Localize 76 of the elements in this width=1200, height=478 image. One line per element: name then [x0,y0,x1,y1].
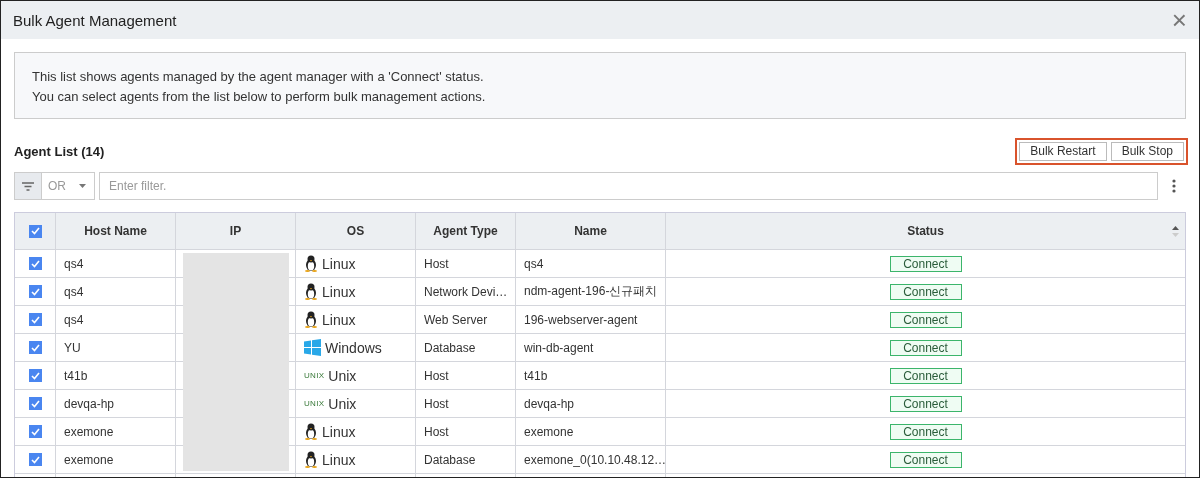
close-button[interactable]: × [1171,7,1187,33]
table-cell: qs4 [64,256,84,271]
table-cell: Host [424,396,449,411]
column-header[interactable]: OS [346,224,365,238]
sort-icon[interactable] [1172,226,1179,237]
table-cell: qs4 [524,256,544,271]
column-header[interactable]: Status [907,224,944,238]
table-cell: Network Devi… [424,284,508,299]
table-cell: Database [424,340,476,355]
penguin-icon [304,423,318,440]
table-cell: exemone [64,452,114,467]
table-cell: devqa-hp [524,396,575,411]
action-button[interactable]: Bulk Stop [1110,141,1184,161]
checkbox[interactable] [28,224,42,238]
table-cell: t41b [64,368,88,383]
penguin-icon [304,283,318,300]
os-label: Linux [322,255,356,272]
status-badge: Connect [889,451,962,468]
os-label: Linux [322,311,356,328]
filter-icon [22,181,34,191]
more-icon [1172,179,1176,193]
status-badge: Connect [889,255,962,272]
checkbox[interactable] [28,425,42,438]
table-cell: win-db-agent [524,340,594,355]
info-text: This list shows agents managed by the agent manager with a 'Connect' status. [32,69,485,84]
os-label: Linux [322,423,356,440]
table-cell: exemone_0(10.10.48.12… [524,452,665,467]
table-cell: t41b [524,368,548,383]
table-cell: Web Server [424,312,488,327]
info-text: You can select agents from the list below to perform bulk management actions. [32,89,487,104]
window-title: Bulk Agent Management [13,11,177,29]
table-cell: ndm-agent-196-신규패치 [524,283,658,300]
os-label: Unix [328,367,357,384]
status-badge: Connect [889,283,962,300]
checkbox[interactable] [28,257,42,270]
table-cell: devqa-hp [64,396,115,411]
column-header[interactable]: Host Name [84,224,147,238]
checkbox[interactable] [28,397,42,410]
list-title: Agent List (14) [14,143,105,159]
column-header[interactable]: IP [229,224,242,238]
table-cell: Host [424,256,449,271]
table-cell: exemone [524,424,574,439]
table-cell: Host [424,424,449,439]
windows-logo-icon [304,339,321,356]
checkbox[interactable] [28,369,42,382]
column-header[interactable]: Name [574,224,607,238]
table-cell: qs4 [64,312,84,327]
table-cell: 196-webserver-agent [524,312,638,327]
filter-button[interactable] [15,173,42,199]
table-cell: YU [64,340,81,355]
status-badge: Connect [889,423,962,440]
table-cell: exemone [64,424,114,439]
os-label: Windows [325,339,382,356]
caret-icon [79,184,86,188]
os-label: Linux [322,283,356,300]
checkbox[interactable] [28,453,42,466]
status-badge: Connect [889,339,962,356]
status-badge: Connect [889,311,962,328]
os-label: Unix [328,395,357,412]
unix-logo: UNIX [304,399,325,408]
column-header[interactable]: Agent Type [433,224,498,238]
checkbox[interactable] [28,285,42,298]
action-button[interactable]: Bulk Restart [1019,141,1107,161]
status-badge: Connect [889,367,962,384]
table-cell: Host [424,368,449,383]
status-badge: Connect [889,395,962,412]
unix-logo: UNIX [304,371,325,380]
penguin-icon [304,451,318,468]
checkbox[interactable] [28,341,42,354]
checkbox[interactable] [28,313,42,326]
penguin-icon [304,311,318,328]
table-cell: Database [424,452,476,467]
penguin-icon [304,255,318,272]
table-cell: qs4 [64,284,84,299]
filter-input[interactable]: Enter filter. [99,172,1158,200]
os-label: Linux [322,451,356,468]
